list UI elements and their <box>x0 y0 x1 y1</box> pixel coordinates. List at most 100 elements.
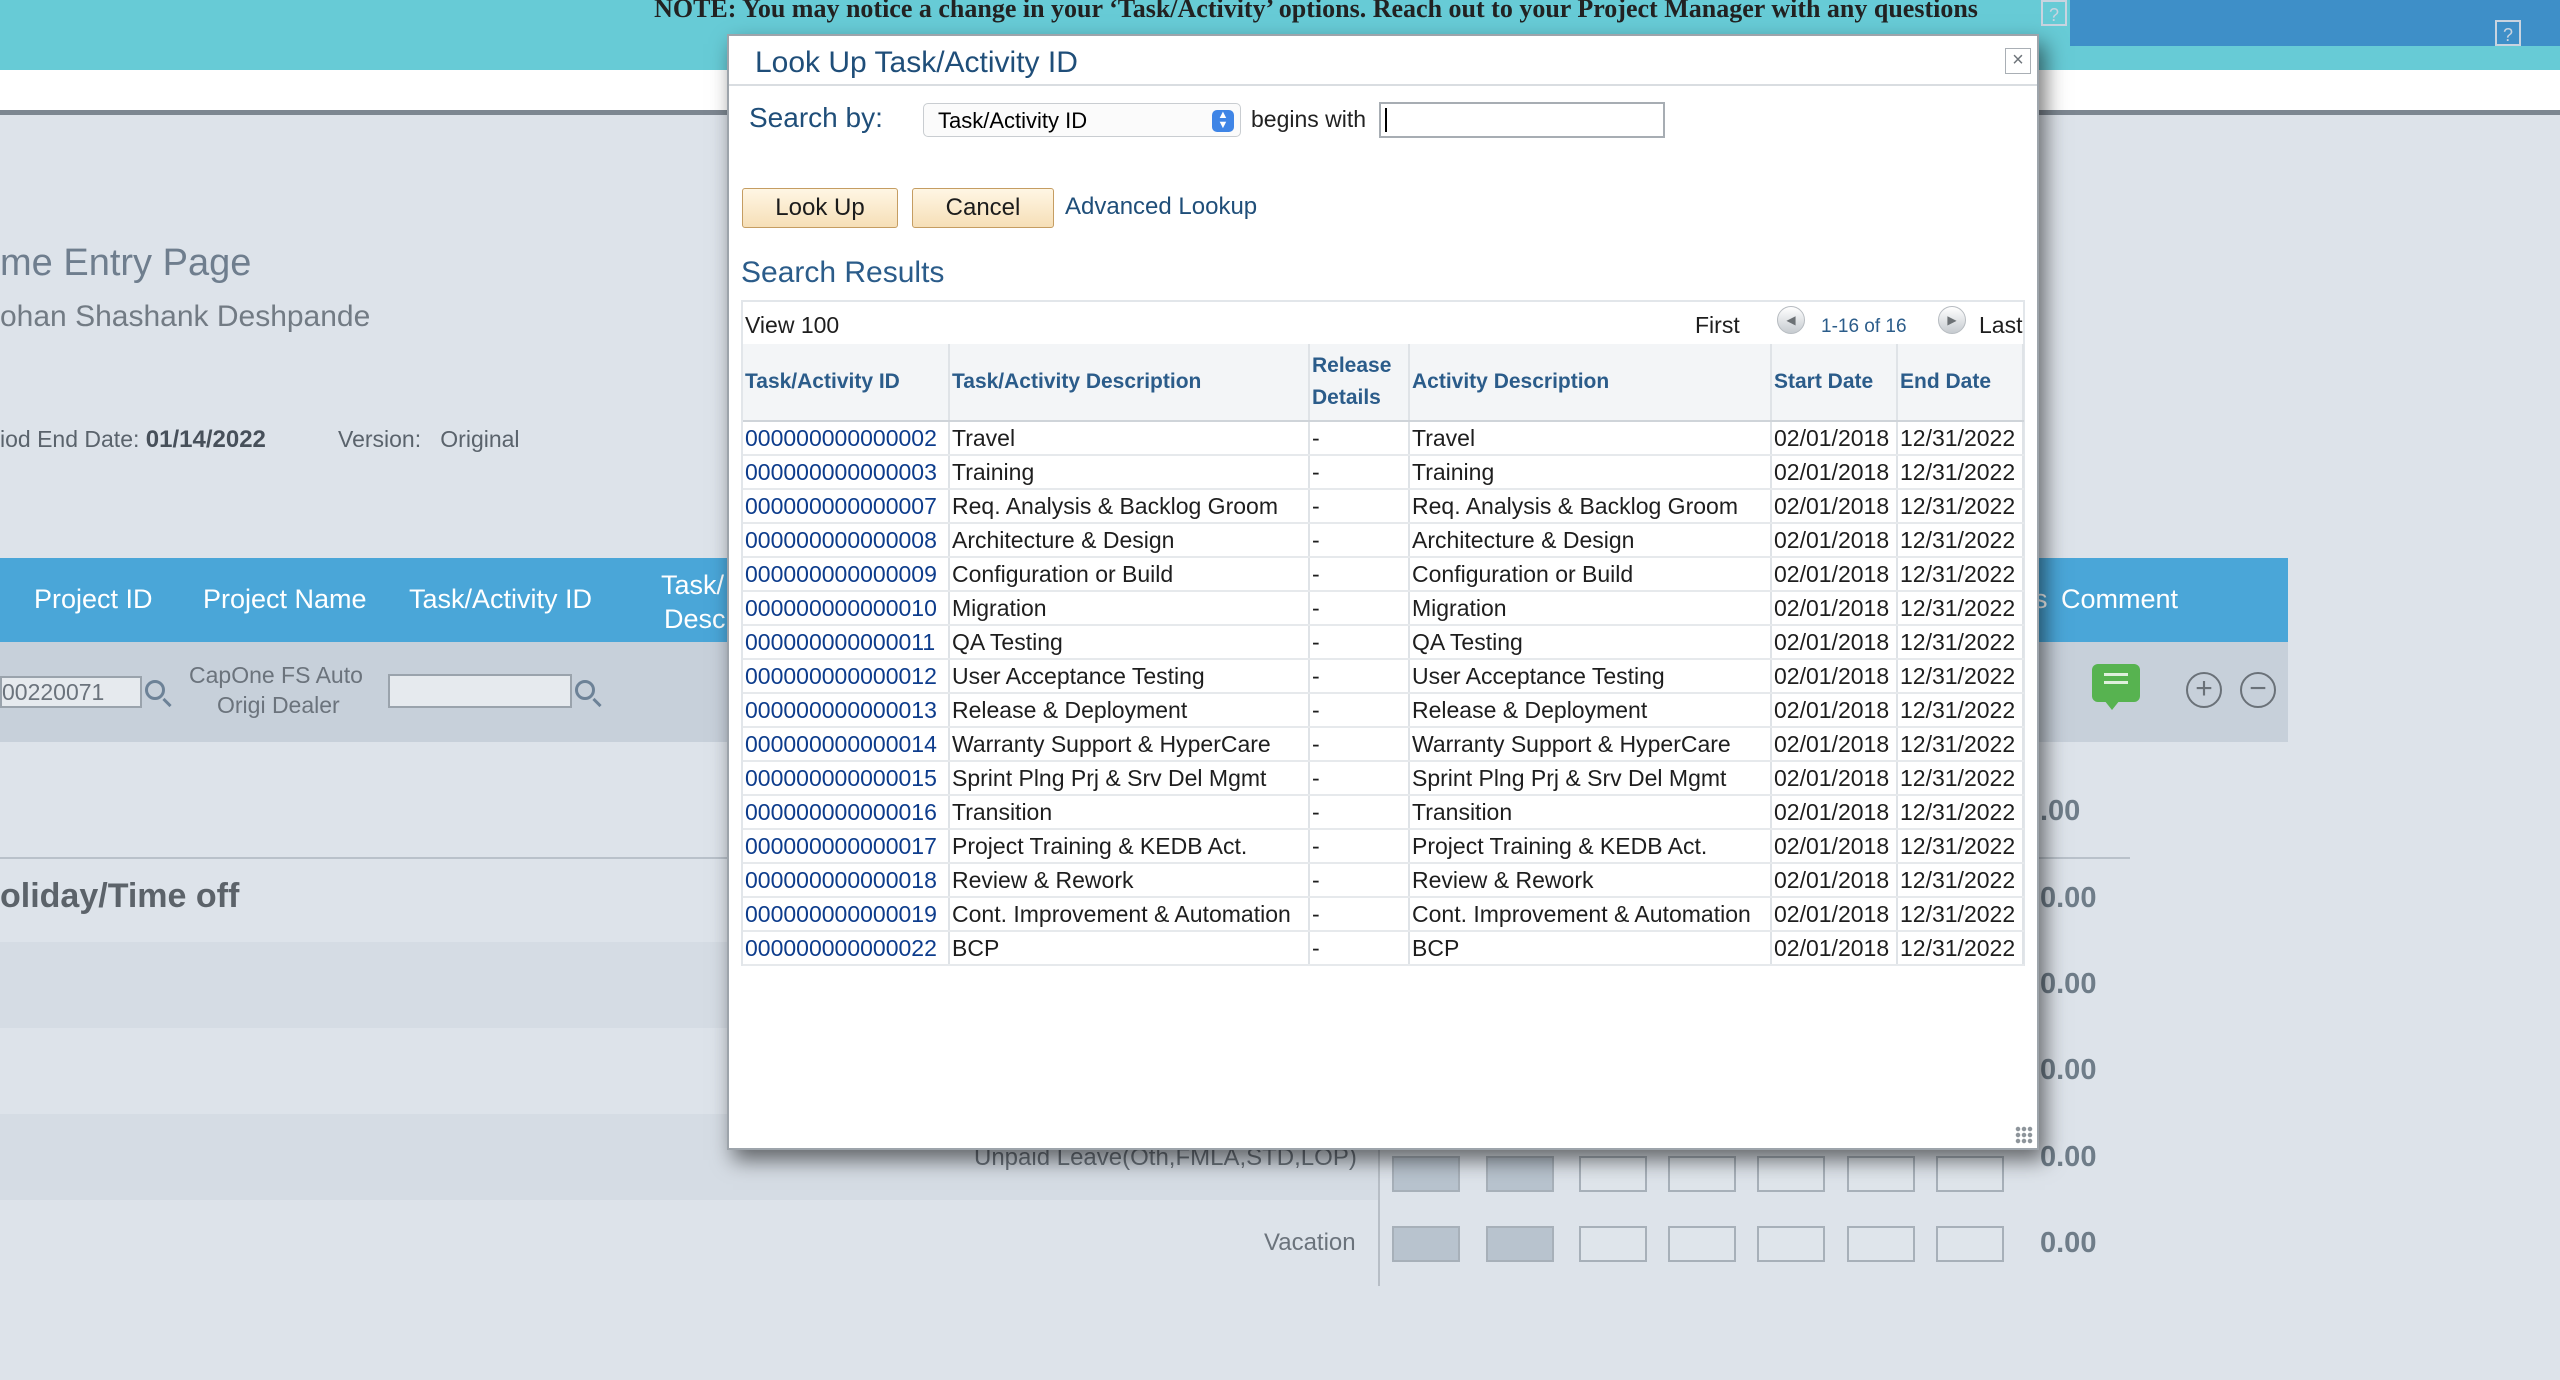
table-row[interactable]: 000000000000002 Travel - Travel 02/01/2018 12… <box>743 421 2024 456</box>
next-icon[interactable]: ▶ <box>1938 306 1966 334</box>
search-results-grid: View 100 First ◀ 1-16 of 16 ▶ Last Task/… <box>741 300 2025 966</box>
hours-input[interactable] <box>1668 1156 1736 1192</box>
total-hours-5: 0.00 <box>2040 1141 2097 1173</box>
task-activity-id-link[interactable]: 000000000000018 <box>743 863 950 898</box>
search-results-heading: Search Results <box>741 256 945 289</box>
hours-input[interactable] <box>1579 1156 1647 1192</box>
activity-description: BCP <box>1409 931 1772 966</box>
task-activity-id-link[interactable]: 000000000000016 <box>743 795 950 830</box>
remove-row-icon[interactable]: − <box>2240 672 2276 708</box>
hours-input[interactable] <box>1579 1226 1647 1262</box>
close-icon[interactable]: × <box>2005 48 2031 74</box>
task-activity-description: Training <box>949 455 1310 490</box>
table-row[interactable]: 000000000000008 Architecture & Design - Arc… <box>743 523 2024 558</box>
hours-input[interactable] <box>1757 1226 1825 1262</box>
task-activity-id-link[interactable]: 000000000000012 <box>743 659 950 694</box>
task-activity-search-icon[interactable] <box>575 680 595 700</box>
search-input[interactable] <box>1379 102 1665 138</box>
table-row[interactable]: 000000000000012 User Acceptance Testing - U… <box>743 659 2024 694</box>
project-id-input[interactable]: 00220071 <box>0 676 142 708</box>
table-row[interactable]: 000000000000019 Cont. Improvement & Autom… <box>743 897 2024 932</box>
activity-description: Release & Deployment <box>1409 693 1772 728</box>
task-activity-id-link[interactable]: 000000000000007 <box>743 489 950 524</box>
table-row[interactable]: 000000000000015 Sprint Plng Prj & Srv Del… <box>743 761 2024 796</box>
task-activity-description: Review & Rework <box>949 863 1310 898</box>
task-activity-id-link[interactable]: 000000000000002 <box>743 421 950 456</box>
hours-input[interactable] <box>1847 1226 1915 1262</box>
release-details: - <box>1309 557 1410 592</box>
col-header-task-activity-description[interactable]: Task/Activity Description <box>949 344 1310 422</box>
view-100-link[interactable]: View 100 <box>745 312 839 339</box>
table-row[interactable]: 000000000000016 Transition - Transition 02/0… <box>743 795 2024 830</box>
task-activity-id-link[interactable]: 000000000000008 <box>743 523 950 558</box>
hours-input[interactable] <box>1757 1156 1825 1192</box>
last-link[interactable]: Last <box>1979 312 2022 339</box>
resize-handle-icon[interactable] <box>2015 1126 2033 1144</box>
look-up-button[interactable]: Look Up <box>742 188 898 228</box>
table-row[interactable]: 000000000000011 QA Testing - QA Testing 02/0… <box>743 625 2024 660</box>
hours-input[interactable] <box>1486 1156 1554 1192</box>
task-activity-id-input[interactable] <box>388 674 572 708</box>
table-row[interactable]: 000000000000017 Project Training & KEDB A… <box>743 829 2024 864</box>
hours-input[interactable] <box>1847 1156 1915 1192</box>
table-row[interactable]: 000000000000018 Review & Rework - Review & … <box>743 863 2024 898</box>
project-name-line2: Origi Dealer <box>217 692 340 718</box>
task-activity-id-link[interactable]: 000000000000014 <box>743 727 950 762</box>
table-row[interactable]: 000000000000007 Req. Analysis & Backlog G… <box>743 489 2024 524</box>
hours-input[interactable] <box>1486 1226 1554 1262</box>
dialog-title: Look Up Task/Activity ID <box>755 46 1078 79</box>
table-row[interactable]: 000000000000013 Release & Deployment - Rele… <box>743 693 2024 728</box>
release-details: - <box>1309 625 1410 660</box>
help-icon-secondary[interactable]: ? <box>2495 20 2521 46</box>
cancel-button[interactable]: Cancel <box>912 188 1054 228</box>
start-date: 02/01/2018 <box>1771 897 1898 932</box>
task-activity-id-link[interactable]: 000000000000017 <box>743 829 950 864</box>
end-date: 12/31/2022 <box>1897 931 2024 966</box>
hours-input[interactable] <box>1936 1156 2004 1192</box>
task-activity-description: Sprint Plng Prj & Srv Del Mgmt <box>949 761 1310 796</box>
task-activity-id-link[interactable]: 000000000000009 <box>743 557 950 592</box>
hours-input[interactable] <box>1668 1226 1736 1262</box>
task-activity-id-link[interactable]: 000000000000019 <box>743 897 950 932</box>
start-date: 02/01/2018 <box>1771 557 1898 592</box>
first-link[interactable]: First <box>1695 312 1740 339</box>
end-date: 12/31/2022 <box>1897 421 2024 456</box>
table-row[interactable]: 000000000000010 Migration - Migration 02/01/… <box>743 591 2024 626</box>
advanced-lookup-link[interactable]: Advanced Lookup <box>1065 193 1257 221</box>
hours-input[interactable] <box>1392 1226 1460 1262</box>
col-header-task-activity-id[interactable]: Task/Activity ID <box>743 344 950 422</box>
period-end-value: 01/14/2022 <box>145 426 266 453</box>
task-activity-id-link[interactable]: 000000000000003 <box>743 455 950 490</box>
previous-icon[interactable]: ◀ <box>1777 306 1805 334</box>
task-activity-description: Project Training & KEDB Act. <box>949 829 1310 864</box>
task-activity-id-link[interactable]: 000000000000022 <box>743 931 950 966</box>
task-activity-id-link[interactable]: 000000000000010 <box>743 591 950 626</box>
end-date: 12/31/2022 <box>1897 693 2024 728</box>
task-activity-id-link[interactable]: 000000000000015 <box>743 761 950 796</box>
hours-input[interactable] <box>1936 1226 2004 1262</box>
table-row[interactable]: 000000000000009 Configuration or Build - Co… <box>743 557 2024 592</box>
task-activity-id-link[interactable]: 000000000000011 <box>743 625 950 660</box>
hours-input[interactable] <box>1392 1156 1460 1192</box>
help-icon[interactable]: ? <box>2041 0 2067 26</box>
total-hours-2: 0.00 <box>2040 882 2097 914</box>
total-hours-6: 0.00 <box>2040 1227 2097 1259</box>
comment-icon[interactable] <box>2092 664 2140 710</box>
table-row[interactable]: 000000000000014 Warranty Support & HyperC… <box>743 727 2024 762</box>
project-id-search-icon[interactable] <box>145 680 165 700</box>
col-header-activity-description[interactable]: Activity Description <box>1409 344 1772 422</box>
task-activity-id-link[interactable]: 000000000000013 <box>743 693 950 728</box>
col-header-release-details[interactable]: Release Details <box>1309 344 1410 422</box>
table-row[interactable]: 000000000000022 BCP - BCP 02/01/2018 12/31/20… <box>743 931 2024 966</box>
activity-description: Warranty Support & HyperCare <box>1409 727 1772 762</box>
release-details: - <box>1309 421 1410 456</box>
search-by-select[interactable]: Task/Activity ID ▲ ▼ <box>923 103 1241 137</box>
col-header-start-date[interactable]: Start Date <box>1771 344 1898 422</box>
col-header-end-date[interactable]: End Date <box>1897 344 2024 422</box>
table-row[interactable]: 000000000000003 Training - Training 02/01/20… <box>743 455 2024 490</box>
banner-right-panel <box>2070 0 2560 46</box>
add-row-icon[interactable]: + <box>2186 672 2222 708</box>
period-end-date: iod End Date: 01/14/2022 <box>0 426 266 454</box>
end-date: 12/31/2022 <box>1897 489 2024 524</box>
release-details: - <box>1309 489 1410 524</box>
